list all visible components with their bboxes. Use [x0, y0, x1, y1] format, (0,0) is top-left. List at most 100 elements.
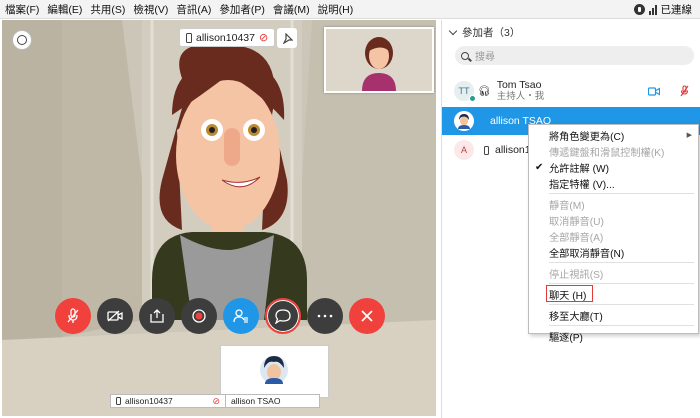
- active-speaker-name: allison10437: [196, 31, 255, 44]
- record-button[interactable]: [181, 298, 217, 334]
- menu-item-expel[interactable]: 驅逐(P): [529, 328, 698, 344]
- menu-item-assign-privileges[interactable]: 指定特權 (V)...: [529, 175, 698, 191]
- menu-item-label: 允許註解 (W): [549, 163, 609, 175]
- participant-context-menu: 將角色變更為(C) ▶ 傳遞鍵盤和滑鼠控制權(K) ✔ 允許註解 (W) 指定特權 …: [528, 124, 699, 344]
- participant-search[interactable]: 搜尋: [455, 46, 694, 65]
- bottom-name-tags: allison10437 ⊘ allison TSAO: [110, 394, 320, 410]
- main-video: allison10437 ⊘: [2, 20, 436, 416]
- menu-item-label: 傳遞鍵盤和滑鼠控制權(K): [549, 147, 665, 159]
- menu-item-label: 全部靜音(A): [549, 232, 604, 244]
- chevron-down-icon[interactable]: [448, 26, 458, 35]
- avatar-a: A: [454, 140, 474, 160]
- menu-participants[interactable]: 參加者(P): [216, 2, 268, 17]
- phone-icon: [484, 145, 489, 155]
- menu-item-label: 全部取消靜音(N): [549, 248, 625, 260]
- leave-meeting-button[interactable]: [349, 298, 385, 334]
- connection-status: 已連線: [633, 2, 700, 17]
- menu-item-label: 靜音(M): [549, 200, 585, 212]
- mute-button[interactable]: [55, 298, 91, 334]
- menu-bar: 檔案(F) 編輯(E) 共用(S) 檢視(V) 音訊(A) 參加者(P) 會議(…: [0, 0, 700, 19]
- menu-item-chat[interactable]: 聊天 (H): [529, 285, 698, 302]
- share-icon: [150, 309, 164, 323]
- menu-edit[interactable]: 編輯(E): [44, 2, 85, 17]
- mic-muted-icon: ⊘: [258, 32, 269, 44]
- mic-muted-icon[interactable]: [680, 85, 689, 97]
- search-placeholder: 搜尋: [475, 52, 495, 63]
- participants-icon: [233, 309, 248, 323]
- pin-icon: [282, 32, 293, 44]
- panel-title: 參加者（3）: [462, 26, 521, 39]
- name-tag-left-text: allison10437: [125, 396, 173, 406]
- more-button[interactable]: [307, 298, 343, 334]
- video-on-icon[interactable]: [648, 87, 660, 96]
- record-icon: [192, 309, 206, 323]
- signal-icon: [648, 4, 657, 15]
- host-badge-icon: [469, 95, 476, 102]
- chat-icon: [275, 308, 291, 324]
- check-icon: ✔: [535, 161, 544, 173]
- menu-meeting[interactable]: 會議(M): [270, 2, 313, 17]
- menu-item-pass-control: 傳遞鍵盤和滑鼠控制權(K): [529, 143, 698, 159]
- menu-item-label: 取消靜音(U): [549, 216, 604, 228]
- menu-share[interactable]: 共用(S): [87, 2, 128, 17]
- menu-divider: [549, 304, 694, 305]
- self-avatar: [326, 29, 432, 91]
- search-icon: [461, 51, 469, 60]
- menu-divider: [549, 262, 694, 263]
- menu-divider: [549, 325, 694, 326]
- participant-row-host[interactable]: TT 🎧︎ Tom Tsao 主持人・我: [442, 77, 700, 105]
- participant-thumbnail[interactable]: [220, 345, 329, 398]
- menu-item-mute: 靜音(M): [529, 196, 698, 212]
- headset-icon: 🎧︎: [478, 85, 491, 97]
- phone-icon: [186, 32, 192, 43]
- self-view[interactable]: [324, 27, 434, 93]
- avatar-image: [458, 114, 470, 129]
- panel-header[interactable]: 參加者（3）: [442, 20, 700, 44]
- menu-item-allow-annotation[interactable]: ✔ 允許註解 (W): [529, 159, 698, 175]
- avatar-tt: TT: [454, 81, 476, 102]
- menu-item-label: 移至大廳(T): [549, 311, 603, 323]
- menu-help[interactable]: 說明(H): [315, 2, 357, 17]
- mic-off-icon: [67, 308, 79, 323]
- menu-item-mute-all: 全部靜音(A): [529, 228, 698, 244]
- avatar-initials: TT: [458, 86, 470, 96]
- menu-item-label: 將角色變更為(C): [549, 131, 625, 143]
- active-speaker-tag: allison10437 ⊘: [179, 28, 276, 47]
- menu-item-move-to-lobby[interactable]: 移至大廳(T): [529, 307, 698, 323]
- highlight-box: [546, 285, 593, 302]
- video-options-button[interactable]: [12, 30, 32, 50]
- menu-audio[interactable]: 音訊(A): [173, 2, 214, 17]
- chat-button[interactable]: [265, 298, 301, 334]
- pin-button[interactable]: [277, 28, 297, 48]
- name-tag-right: allison TSAO: [226, 394, 320, 408]
- status-text: 已連線: [660, 3, 693, 16]
- participants-button[interactable]: [223, 298, 259, 334]
- avatar-initials: A: [460, 145, 467, 155]
- participant-name: Tom Tsao: [496, 79, 542, 91]
- menu-divider: [549, 283, 694, 284]
- menu-divider: [549, 193, 694, 194]
- participant-role: 主持人・我: [496, 91, 545, 102]
- mic-muted-icon: ⊘: [212, 395, 220, 406]
- menu-item-label: 驅逐(P): [549, 332, 583, 344]
- menu-item-label: 停止視訊(S): [549, 269, 604, 281]
- share-button[interactable]: [139, 298, 175, 334]
- phone-icon: [116, 397, 121, 405]
- more-icon: [317, 314, 333, 318]
- menu-file[interactable]: 檔案(F): [2, 2, 42, 17]
- submenu-arrow-icon: ▶: [686, 132, 692, 139]
- lock-icon: [633, 3, 645, 15]
- menu-view[interactable]: 檢視(V): [130, 2, 171, 17]
- menu-item-label: 指定特權 (V)...: [549, 179, 615, 191]
- name-tag-left: allison10437 ⊘: [110, 394, 226, 408]
- thumbnail-avatar: [260, 356, 288, 384]
- participant-info: Tom Tsao 主持人・我: [497, 79, 545, 103]
- menu-item-stop-video: 停止視訊(S): [529, 265, 698, 281]
- close-icon: [361, 310, 373, 322]
- menu-item-unmute-all[interactable]: 全部取消靜音(N): [529, 244, 698, 260]
- menu-item-unmute: 取消靜音(U): [529, 212, 698, 228]
- video-button[interactable]: [97, 298, 133, 334]
- menu-item-change-role[interactable]: 將角色變更為(C) ▶: [529, 127, 698, 143]
- avatar: [454, 111, 474, 131]
- name-tag-right-text: allison TSAO: [231, 396, 281, 406]
